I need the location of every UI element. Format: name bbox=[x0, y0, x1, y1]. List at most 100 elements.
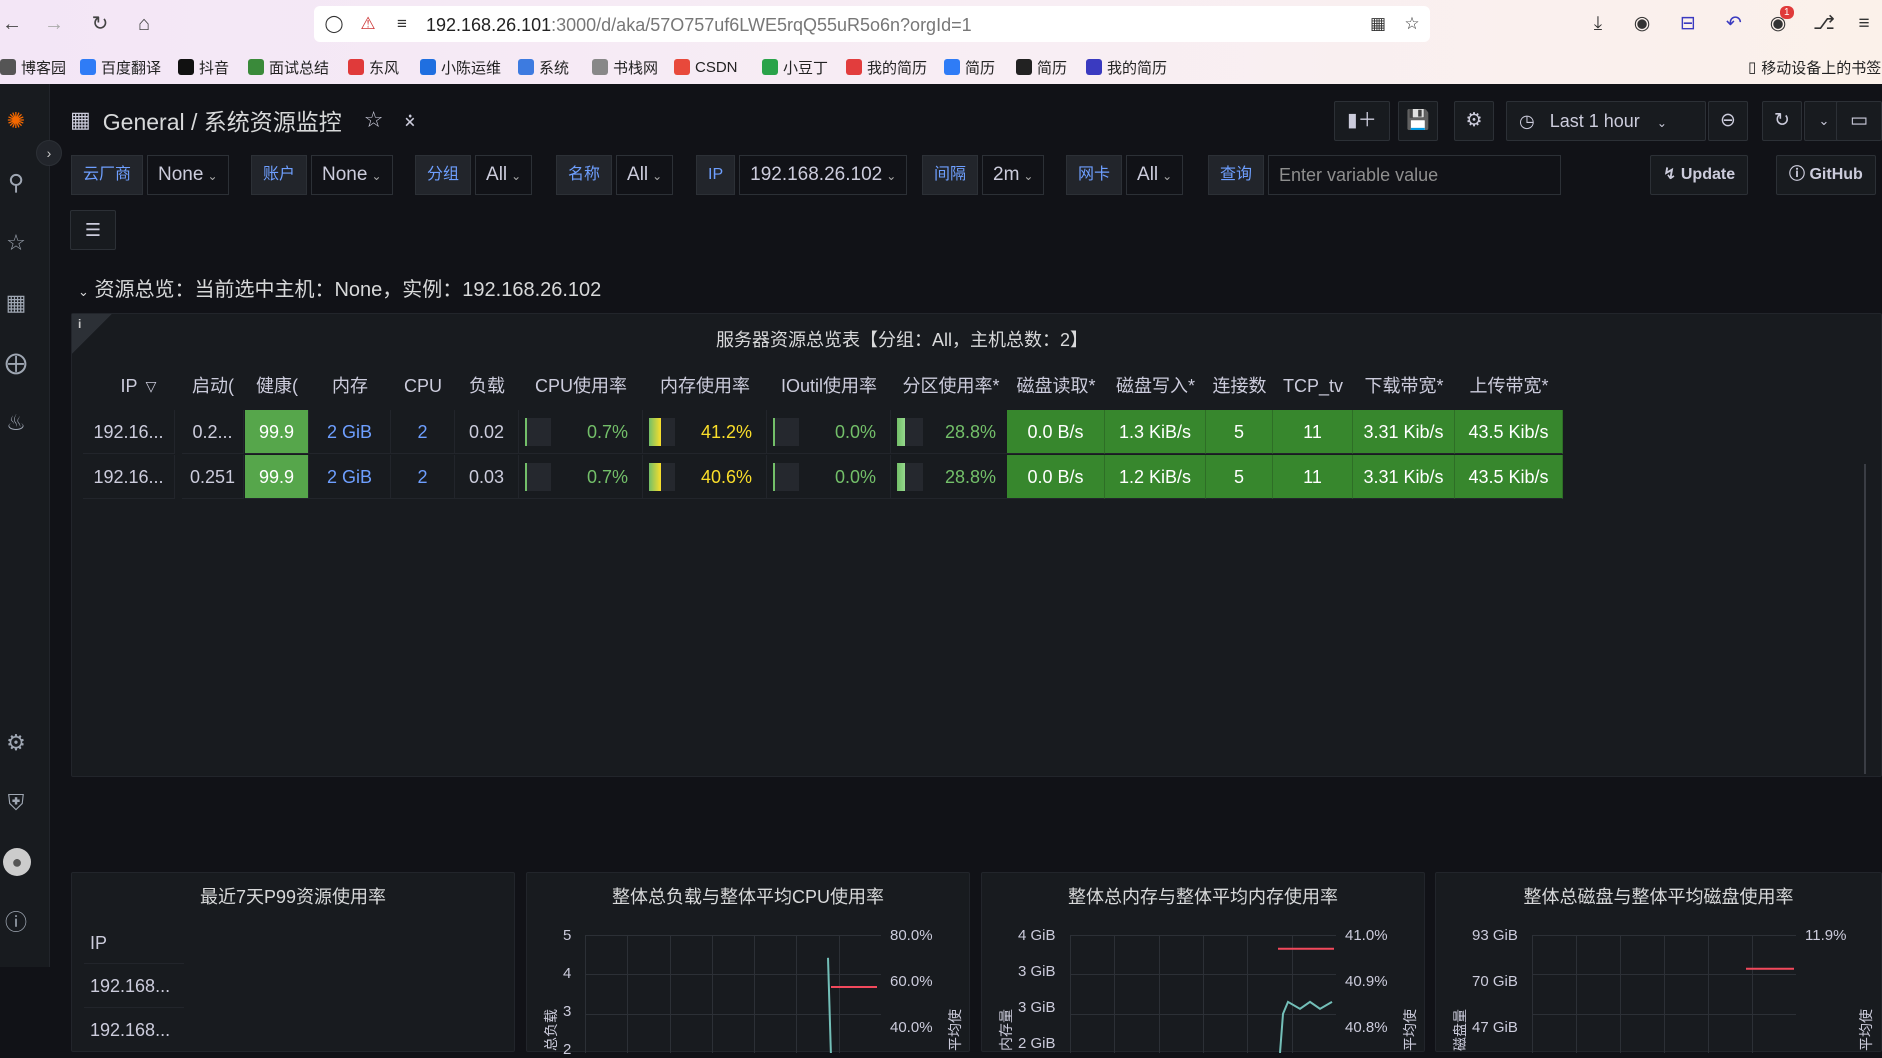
bookmark-item[interactable]: 小豆丁 bbox=[762, 56, 828, 78]
bookmark-item[interactable]: 我的简历 bbox=[846, 56, 927, 78]
share-icon[interactable]: ⨰ bbox=[404, 107, 417, 133]
column-header[interactable]: 启动( bbox=[182, 368, 244, 404]
column-header[interactable]: IP bbox=[83, 368, 175, 404]
column-header[interactable]: 内存使用率 bbox=[643, 368, 767, 404]
bookmark-item[interactable]: 简历 bbox=[1016, 56, 1067, 78]
query-input[interactable]: Enter variable value bbox=[1268, 155, 1562, 195]
grafana-logo-icon[interactable]: ✺ bbox=[3, 108, 29, 134]
var-ip-select[interactable]: 192.168.26.102 ⌄ bbox=[739, 155, 908, 195]
cell-cpu[interactable]: 2 bbox=[391, 410, 455, 454]
download-icon[interactable]: ⤓ bbox=[1586, 12, 1610, 36]
back-arrow-icon[interactable]: ← bbox=[0, 12, 24, 36]
column-header[interactable]: 磁盘读取* bbox=[1007, 368, 1105, 404]
bookmark-item[interactable]: 面试总结 bbox=[248, 56, 329, 78]
panel-title[interactable]: 整体总负载与整体平均CPU使用率 bbox=[527, 883, 969, 909]
column-header[interactable]: 磁盘写入* bbox=[1105, 368, 1206, 404]
insecure-icon[interactable]: ⚠ bbox=[358, 14, 378, 34]
qr-code-icon[interactable]: ▦ bbox=[1368, 14, 1388, 34]
extensions-icon[interactable]: ⎇ bbox=[1812, 12, 1836, 36]
bookmark-item[interactable]: 抖音 bbox=[178, 56, 229, 78]
dashboard-breadcrumb[interactable]: General / 系统资源监控 bbox=[103, 103, 342, 137]
column-header[interactable]: CPU使用率 bbox=[519, 368, 643, 404]
alerting-bell-icon[interactable]: ♨ bbox=[3, 410, 29, 436]
search-icon[interactable]: ⚲ bbox=[3, 170, 29, 196]
bookmark-item[interactable]: 我的简历 bbox=[1086, 56, 1167, 78]
panel-title[interactable]: 整体总内存与整体平均内存使用率 bbox=[982, 883, 1424, 909]
dashboard-settings-gear-icon[interactable]: ⚙ bbox=[1454, 101, 1494, 141]
column-header[interactable]: CPU bbox=[391, 368, 455, 404]
configuration-gear-icon[interactable]: ⚙ bbox=[3, 730, 29, 756]
bookmark-item[interactable]: 简历 bbox=[944, 56, 995, 78]
panel-title[interactable]: 整体总磁盘与整体平均磁盘使用率 bbox=[1436, 883, 1881, 909]
bookmark-item[interactable]: 书栈网 bbox=[592, 56, 658, 78]
column-header[interactable]: 健康( bbox=[245, 368, 309, 404]
filter-icon[interactable]: ▽ bbox=[141, 368, 161, 404]
column-header[interactable]: 内存 bbox=[309, 368, 391, 404]
panel-title[interactable]: 最近7天P99资源使用率 bbox=[72, 883, 514, 909]
column-header[interactable]: IOutil使用率 bbox=[767, 368, 891, 404]
url-text[interactable]: 192.168.26.101:3000/d/aka/57O757uf6LWE5r… bbox=[426, 15, 972, 36]
bookmark-item[interactable]: 百度翻译 bbox=[80, 56, 161, 78]
star-dashboard-icon[interactable]: ☆ bbox=[364, 107, 384, 133]
bookmark-item[interactable]: 博客园 bbox=[0, 56, 66, 78]
permissions-icon[interactable]: ≡ bbox=[392, 14, 412, 34]
bookmark-item[interactable]: 东风 bbox=[348, 56, 399, 78]
time-picker-button[interactable]: ◷ Last 1 hour ⌄ bbox=[1506, 101, 1706, 141]
column-header[interactable]: 分区使用率* bbox=[891, 368, 1011, 404]
var-cloud-vendor-select[interactable]: None ⌄ bbox=[147, 155, 229, 195]
folder-name[interactable]: General bbox=[103, 109, 185, 135]
cell-mem[interactable]: 2 GiB bbox=[309, 410, 391, 454]
user-avatar-icon[interactable]: ● bbox=[3, 848, 31, 876]
var-name-select[interactable]: All ⌄ bbox=[616, 155, 674, 195]
bookmark-item[interactable]: 系统 bbox=[518, 56, 569, 78]
bookmark-item[interactable]: 小陈运维 bbox=[420, 56, 501, 78]
update-link-button[interactable]: ↯ Update bbox=[1650, 155, 1749, 195]
address-bar[interactable]: ◯ ⚠ ≡ 192.168.26.101:3000/d/aka/57O757uf… bbox=[314, 6, 1430, 42]
shield-icon[interactable]: ◯ bbox=[324, 14, 344, 34]
help-icon[interactable]: ⓘ bbox=[3, 910, 29, 936]
refresh-icon[interactable]: ↻ bbox=[1762, 101, 1802, 141]
column-header[interactable]: IP bbox=[90, 933, 107, 954]
cell-mem[interactable]: 2 GiB bbox=[309, 455, 391, 499]
scrollbar[interactable] bbox=[1864, 464, 1866, 774]
row-collapse-title[interactable]: ⌄ 资源总览：当前选中主机：None，实例：192.168.26.102 bbox=[78, 273, 601, 302]
dashboards-icon[interactable]: ▦ bbox=[3, 290, 29, 316]
crop-icon[interactable]: ⊟ bbox=[1676, 12, 1700, 36]
save-dashboard-icon[interactable]: 💾 bbox=[1398, 101, 1438, 141]
column-header[interactable]: 上传带宽* bbox=[1455, 368, 1563, 404]
memory-chart[interactable] bbox=[1070, 935, 1336, 1053]
load-cpu-chart[interactable] bbox=[585, 935, 881, 1053]
var-group-select[interactable]: All ⌄ bbox=[475, 155, 533, 195]
gauge-fill bbox=[649, 463, 661, 491]
zoom-out-icon[interactable]: ⊖ bbox=[1708, 101, 1748, 141]
starred-icon[interactable]: ☆ bbox=[3, 230, 29, 256]
bookmark-star-icon[interactable]: ☆ bbox=[1402, 14, 1422, 34]
cell-cpu[interactable]: 2 bbox=[391, 455, 455, 499]
column-header[interactable]: TCP_tv bbox=[1273, 368, 1353, 404]
column-header[interactable]: 连接数 bbox=[1206, 368, 1273, 404]
tv-mode-icon[interactable]: ▭ bbox=[1836, 101, 1882, 141]
reload-icon[interactable]: ↻ bbox=[88, 12, 112, 36]
undo-icon[interactable]: ↶ bbox=[1722, 12, 1746, 36]
var-nic-select[interactable]: All ⌄ bbox=[1126, 155, 1184, 195]
menu-icon[interactable]: ≡ bbox=[1852, 12, 1876, 36]
hamburger-menu-icon[interactable]: ☰ bbox=[70, 210, 116, 250]
extension-badge-icon[interactable]: ◉ 1 bbox=[1766, 6, 1794, 36]
disk-chart[interactable] bbox=[1532, 935, 1796, 1053]
add-panel-icon[interactable]: ▮＋ bbox=[1334, 101, 1390, 141]
expand-menu-chevron-icon[interactable]: › bbox=[36, 140, 62, 166]
var-interval-select[interactable]: 2m ⌄ bbox=[982, 155, 1045, 195]
explore-icon[interactable]: ⨁ bbox=[3, 350, 29, 376]
dashboard-title[interactable]: 系统资源监控 bbox=[204, 109, 342, 135]
github-link-button[interactable]: ⓘ GitHub bbox=[1776, 155, 1876, 195]
var-account-select[interactable]: None ⌄ bbox=[311, 155, 393, 195]
mobile-bookmarks-folder[interactable]: ▯ 移动设备上的书签 bbox=[1748, 56, 1881, 78]
profile-globe-icon[interactable]: ◉ bbox=[1630, 12, 1654, 36]
column-header[interactable]: 下载带宽* bbox=[1353, 368, 1455, 404]
home-icon[interactable]: ⌂ bbox=[132, 12, 156, 36]
panel-title[interactable]: 服务器资源总览表【分组：All，主机总数：2】 bbox=[72, 326, 1732, 352]
server-admin-shield-icon[interactable]: ⛨ bbox=[3, 790, 29, 816]
forward-arrow-icon[interactable]: → bbox=[42, 12, 66, 36]
column-header[interactable]: 负载 bbox=[455, 368, 519, 404]
bookmark-item[interactable]: CSDN bbox=[674, 56, 738, 78]
